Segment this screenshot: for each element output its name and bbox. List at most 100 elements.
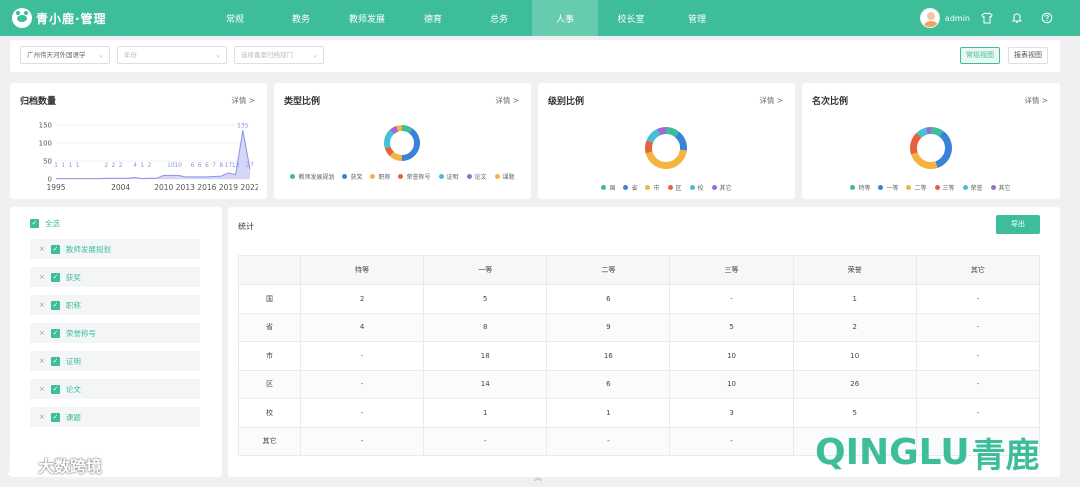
- legend-dot-icon: [850, 185, 856, 190]
- nav-item-management[interactable]: 管理: [664, 0, 730, 36]
- help-icon[interactable]: [1040, 11, 1054, 25]
- column-header: 一等: [423, 255, 548, 285]
- legend-item[interactable]: 其它: [711, 183, 732, 192]
- archive-count-detail-link[interactable]: 详情 >: [231, 95, 255, 106]
- checkbox-checked-icon[interactable]: ✓: [50, 272, 60, 282]
- legend-item[interactable]: 市: [645, 183, 660, 192]
- legend-item[interactable]: 一等: [878, 183, 898, 192]
- level-ratio-detail-link[interactable]: 详情 >: [759, 95, 783, 106]
- nav-item-teacher-development[interactable]: 教师发展: [334, 0, 400, 36]
- nav-item-routine[interactable]: 常规: [202, 0, 268, 36]
- table-cell: 6: [546, 369, 671, 399]
- tree-item-teacher-development-plan[interactable]: × ✓ 教师发展规划: [30, 239, 200, 259]
- rank-ratio-detail-link[interactable]: 详情 >: [1024, 95, 1048, 106]
- row-header: 区: [238, 369, 301, 399]
- main-nav: 常规 教务 教师发展 德育 总务 人事 校长室 管理: [202, 0, 730, 36]
- type-ratio-detail-link[interactable]: 详情 >: [495, 95, 519, 106]
- app-logo[interactable]: 青小鹿·管理: [12, 8, 202, 28]
- data-label: 4: [133, 162, 137, 169]
- tree-item-project[interactable]: × ✓ 课题: [30, 407, 200, 427]
- legend-dot-icon: [990, 185, 996, 190]
- checkbox-checked-icon[interactable]: ✓: [50, 356, 60, 366]
- close-icon[interactable]: ×: [39, 245, 45, 253]
- chevron-up-icon[interactable]: ︽: [534, 472, 542, 483]
- row-header: 其它: [238, 426, 301, 456]
- data-label: 12: [232, 162, 240, 169]
- pie-slice-职称: [389, 151, 403, 161]
- nav-item-moral-education[interactable]: 德育: [400, 0, 466, 36]
- close-icon[interactable]: ×: [39, 413, 45, 421]
- normal-view-button[interactable]: 常规视图: [960, 47, 1000, 64]
- close-icon[interactable]: ×: [39, 329, 45, 337]
- tree-item-title[interactable]: × ✓ 职称: [30, 295, 200, 315]
- bell-icon[interactable]: [1010, 11, 1024, 25]
- table-cell: -: [915, 369, 1041, 399]
- legend-label: 课题: [502, 174, 515, 181]
- legend-item[interactable]: 职称: [370, 172, 390, 181]
- data-label: 10: [174, 162, 182, 169]
- rank-ratio-legend: 特等 一等 二等 三等 荣誉 其它: [812, 183, 1049, 195]
- category-tree: ✓ 全选 × ✓ 教师发展规划 × ✓ 获奖 × ✓ 职称 × ✓ 荣誉称号 ×…: [10, 207, 222, 477]
- legend-item[interactable]: 省: [623, 183, 637, 192]
- table-cell: 14: [423, 369, 548, 399]
- legend-dot-icon: [934, 185, 940, 190]
- close-icon[interactable]: ×: [39, 385, 45, 393]
- legend-item[interactable]: 教师发展规划: [290, 172, 334, 181]
- close-icon[interactable]: ×: [39, 357, 45, 365]
- select-all-checkbox[interactable]: ✓ 全选: [30, 218, 60, 229]
- avatar: [919, 8, 940, 28]
- legend-label: 论文: [474, 174, 487, 181]
- legend-item[interactable]: 二等: [906, 183, 927, 192]
- legend-item[interactable]: 荣誉称号: [398, 172, 431, 181]
- pie-slice-区: [645, 140, 654, 154]
- data-label: 6: [205, 162, 209, 169]
- tree-item-paper[interactable]: × ✓ 论文: [30, 379, 200, 399]
- legend-dot-icon: [689, 185, 695, 190]
- nav-item-principal-office[interactable]: 校长室: [598, 0, 664, 36]
- legend-item[interactable]: 三等: [934, 183, 955, 192]
- legend-item[interactable]: 荣誉: [962, 183, 983, 192]
- checkbox-checked-icon[interactable]: ✓: [50, 300, 60, 310]
- user-menu[interactable]: admin: [919, 8, 970, 28]
- legend-item[interactable]: 特等: [850, 183, 870, 192]
- tree-item-certificate[interactable]: × ✓ 证明: [30, 351, 200, 371]
- type-ratio-donut-chart: [384, 125, 420, 161]
- legend-item[interactable]: 论文: [466, 172, 487, 181]
- checkbox-checked-icon: ✓: [30, 219, 39, 228]
- legend-item[interactable]: 其它: [990, 183, 1011, 192]
- shirt-icon[interactable]: [980, 11, 994, 25]
- legend-item[interactable]: 区: [667, 183, 682, 192]
- legend-item[interactable]: 课题: [494, 172, 515, 181]
- legend-item[interactable]: 证明: [438, 172, 459, 181]
- y-tick-label: 100: [39, 140, 52, 148]
- type-ratio-card: 类型比例 详情 > 教师发展规划 获奖 职称 荣誉称号 证明 论文 课题: [274, 83, 531, 199]
- nav-item-academic[interactable]: 教务: [268, 0, 334, 36]
- tree-item-award[interactable]: × ✓ 获奖: [30, 267, 200, 287]
- close-icon[interactable]: ×: [39, 273, 45, 281]
- checkbox-checked-icon[interactable]: ✓: [50, 384, 60, 394]
- tree-item-label: 论文: [65, 384, 81, 394]
- legend-item[interactable]: 获奖: [342, 172, 362, 181]
- nav-item-general-affairs[interactable]: 总务: [466, 0, 532, 36]
- table-cell: 5: [423, 284, 548, 314]
- column-header: 二等: [546, 255, 671, 285]
- report-view-button[interactable]: 报表视图: [1008, 47, 1048, 64]
- legend-item[interactable]: 国: [601, 183, 615, 192]
- pie-slice-证明: [384, 129, 394, 149]
- table-corner-cell: [238, 255, 301, 285]
- school-select[interactable]: 广州伟天河外国语学 ⌄: [20, 46, 110, 64]
- data-label: 8: [219, 162, 223, 169]
- year-select[interactable]: 年份 ⌄: [117, 46, 227, 64]
- close-icon[interactable]: ×: [39, 301, 45, 309]
- tree-item-honor[interactable]: × ✓ 荣誉称号: [30, 323, 200, 343]
- data-label: 1: [54, 162, 58, 169]
- legend-label: 一等: [886, 185, 899, 192]
- archive-count-chart: 0501001501995 2004 2010 2013 2016 2019 20221 1 1…: [39, 122, 258, 193]
- export-button[interactable]: 导出: [996, 215, 1040, 234]
- checkbox-checked-icon[interactable]: ✓: [50, 244, 60, 254]
- checkbox-checked-icon[interactable]: ✓: [50, 328, 60, 338]
- department-select[interactable]: 选择备案归档部门 ⌄: [234, 46, 324, 64]
- checkbox-checked-icon[interactable]: ✓: [50, 412, 60, 422]
- nav-item-personnel[interactable]: 人事: [532, 0, 598, 36]
- legend-item[interactable]: 校: [689, 183, 704, 192]
